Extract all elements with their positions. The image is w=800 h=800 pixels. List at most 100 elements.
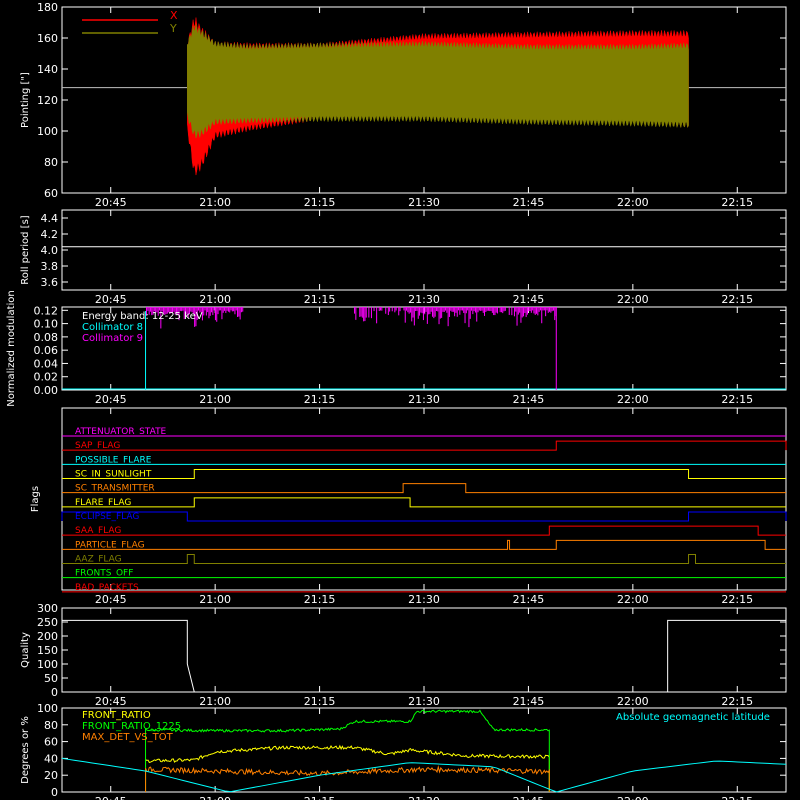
y-tick-label: 180: [37, 1, 58, 14]
x-tick-label: 21:45: [513, 795, 545, 800]
legend-label: MAX_DET_VS_TOT: [82, 732, 174, 743]
x-tick-label: 20:45: [95, 196, 127, 209]
y-tick-label: 100: [37, 658, 58, 671]
flag-line: [62, 483, 786, 494]
x-tick-label: 21:00: [199, 196, 231, 209]
y-tick-label: 200: [37, 630, 58, 643]
x-tick-label: 22:15: [721, 695, 753, 708]
x-tick-label: 21:15: [304, 695, 336, 708]
y-tick-label: 4.0: [41, 244, 59, 257]
y-tick-label: 300: [37, 602, 58, 615]
legend-label: Collimator 8: [82, 322, 143, 333]
y-tick-label: 40: [44, 752, 58, 765]
series-front-ratio-1225: [145, 709, 550, 792]
y-tick-label: 20: [44, 769, 58, 782]
y-tick-label: 0.02: [34, 371, 59, 384]
y-tick-label: 0.00: [34, 384, 59, 397]
y-tick-label: 80: [44, 719, 58, 732]
x-tick-label: 21:00: [199, 695, 231, 708]
roll-frame: [61, 209, 787, 291]
panel-flags: 20:45 21:00 21:15 21:30 21:45 22:00 22:15 Flags…: [30, 407, 787, 606]
y-tick-label: 4.2: [41, 228, 59, 241]
x-tick-label: 20:45: [95, 293, 127, 306]
chart-canvas: 20:45 21:00 21:15 21:30 21:45 22:00 22:15 60 80 1…: [6, 1, 787, 800]
flag-line: [62, 539, 786, 550]
y-tick-label: 50: [44, 672, 58, 685]
legend-label: X: [170, 9, 178, 22]
x-tick-label: 21:15: [304, 293, 336, 306]
x-tick-label: 22:00: [617, 393, 649, 406]
y-tick-label: 120: [37, 94, 58, 107]
flags-frame: [61, 407, 787, 591]
x-tick-label: 20:45: [95, 795, 127, 800]
x-tick-label: 21:45: [513, 393, 545, 406]
y-tick-label: 0.12: [34, 304, 59, 317]
x-tick-label: 21:15: [304, 196, 336, 209]
y-tick-label: 0: [51, 786, 58, 799]
flag-row: PARTICLE_FLAG: [62, 539, 786, 550]
x-tick-label: 21:30: [408, 196, 440, 209]
x-tick-label: 22:15: [721, 393, 753, 406]
y-tick-label: 0.04: [34, 357, 59, 370]
y-tick-label: 150: [37, 644, 58, 657]
y-tick-label: 3.8: [41, 260, 59, 273]
flag-row: ATTENUATOR_STATE: [62, 427, 786, 437]
y-tick-label: 0.10: [34, 318, 59, 331]
x-tick-label: 20:45: [95, 593, 127, 606]
legend-label: Y: [169, 22, 177, 35]
x-tick-label: 21:15: [304, 795, 336, 800]
x-tick-label: 21:45: [513, 695, 545, 708]
modulation-ylabel: Normalized modulation: [6, 290, 17, 407]
x-tick-label: 21:45: [513, 593, 545, 606]
x-tick-label: 22:00: [617, 293, 649, 306]
x-tick-label: 20:45: [95, 393, 127, 406]
legend-label: Energy band: 12-25 keV: [82, 311, 203, 322]
flag-line: [62, 469, 786, 479]
flag-row: SAA_FLAG: [62, 525, 786, 536]
y-tick-label: 160: [37, 32, 58, 45]
x-tick-label: 21:00: [199, 593, 231, 606]
y-tick-label: 0.06: [34, 344, 59, 357]
y-tick-label: 3.6: [41, 276, 59, 289]
flag-row: AAZ_FLAG: [62, 554, 786, 565]
flag-row: FLARE_FLAG: [62, 497, 786, 508]
legend: Energy band: 12-25 keVCollimator 8Collim…: [82, 311, 203, 344]
quality-line: [62, 619, 786, 693]
flag-row: POSSIBLE_FLARE: [62, 455, 786, 465]
x-tick-label: 21:00: [199, 293, 231, 306]
flag-line: [62, 440, 787, 451]
flag-line: [62, 525, 786, 536]
panel-pointing: 20:45 21:00 21:15 21:30 21:45 22:00 22:15 60 80 1…: [20, 1, 787, 209]
flags-ylabel: Flags: [30, 486, 41, 512]
y-tick-label: 100: [37, 125, 58, 138]
y-tick-label: 4.4: [41, 212, 59, 225]
series-max-det-vs-tot: [145, 765, 550, 792]
x-tick-label: 22:15: [721, 196, 753, 209]
y-tick-label: 100: [37, 702, 58, 715]
x-tick-label: 22:00: [617, 795, 649, 800]
y-tick-label: 140: [37, 63, 58, 76]
panel-roll: 20:45 21:00 21:15 21:30 21:45 22:00 22:15 3.6 3.…: [20, 209, 787, 306]
x-tick-label: 22:15: [721, 293, 753, 306]
legend: XY: [82, 9, 178, 35]
x-tick-label: 21:30: [408, 393, 440, 406]
legend-label: Collimator 9: [82, 333, 143, 344]
x-tick-label: 21:30: [408, 293, 440, 306]
x-tick-label: 22:15: [721, 795, 753, 800]
x-tick-label: 21:00: [199, 795, 231, 800]
x-tick-label: 22:00: [617, 593, 649, 606]
y-tick-label: 0.08: [34, 331, 59, 344]
y-tick-label: 250: [37, 616, 58, 629]
flag-row: FRONTS_OFF: [62, 569, 786, 579]
x-tick-label: 21:30: [408, 593, 440, 606]
flag-row: ECLIPSE_FLAG: [61, 511, 787, 522]
y-tick-label: 0: [51, 686, 58, 699]
legend-label: FRONT_RATIO_1225: [82, 721, 181, 732]
flag-row: SAP_FLAG: [62, 440, 787, 451]
legend-label: Absolute geomagnetic latitude: [616, 712, 770, 723]
pointing-ylabel: Pointing ["]: [20, 72, 31, 128]
x-tick-label: 21:45: [513, 196, 545, 209]
legend: FRONT_RATIOFRONT_RATIO_1225MAX_DET_VS_TO…: [82, 710, 770, 743]
x-tick-label: 22:15: [721, 593, 753, 606]
x-tick-label: 22:00: [617, 196, 649, 209]
